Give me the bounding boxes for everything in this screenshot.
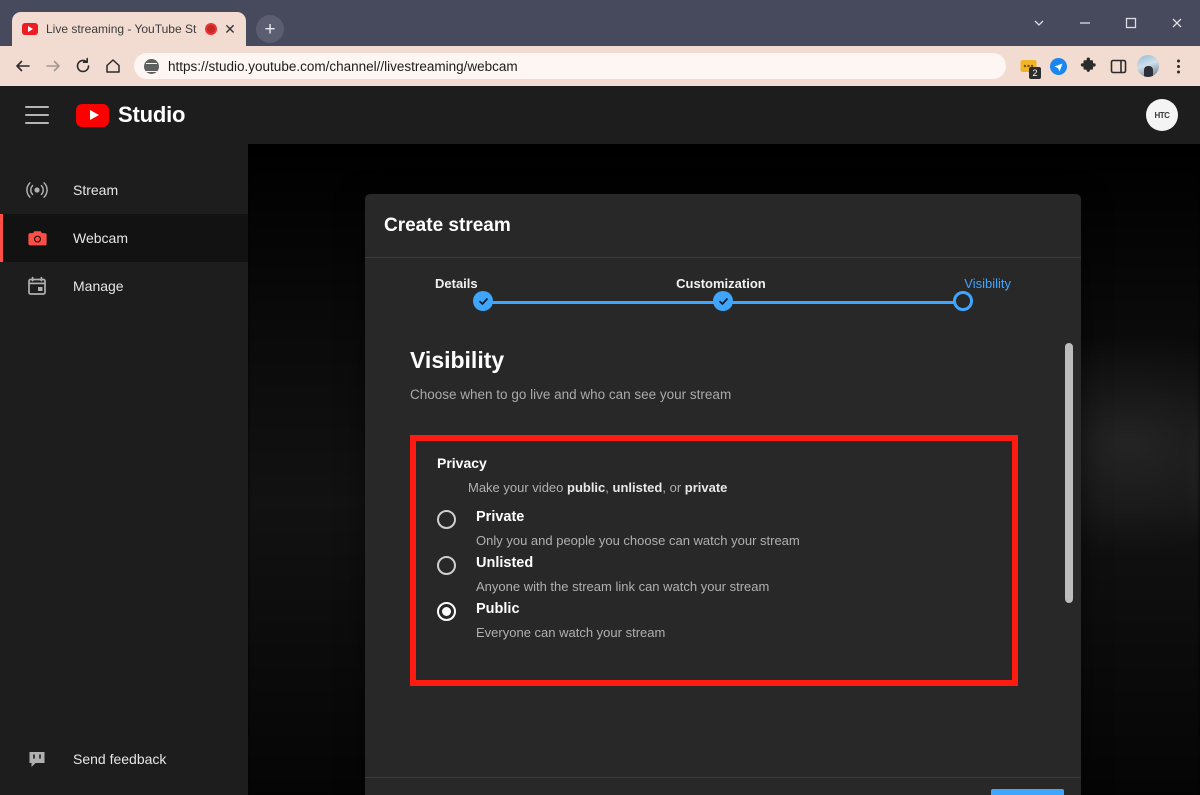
privacy-desc-unlisted: unlisted <box>612 480 663 495</box>
dialog-header: Create stream <box>365 194 1081 258</box>
privacy-desc-public: public <box>567 480 606 495</box>
window-controls <box>1016 0 1200 46</box>
recording-dot-icon <box>205 23 217 35</box>
radio-option-public[interactable]: Public Everyone can watch your stream <box>437 600 1012 640</box>
privacy-desc-prefix: Make your video <box>468 480 567 495</box>
browser-tab[interactable]: Live streaming - YouTube St ✕ <box>12 12 246 46</box>
puzzle-extensions-icon[interactable] <box>1074 52 1102 80</box>
dialog-scrollbar[interactable] <box>1065 343 1073 702</box>
privacy-highlight-box: Privacy Make your video public, unlisted… <box>410 435 1018 686</box>
radio-option-private[interactable]: Private Only you and people you choose c… <box>437 508 1012 548</box>
toolbar-icon-group: 2 <box>1014 52 1192 80</box>
url-text: https://studio.youtube.com/channel//live… <box>168 59 518 74</box>
chrome-menu-icon[interactable] <box>1164 52 1192 80</box>
tab-close-icon[interactable]: ✕ <box>222 21 238 37</box>
radio-description: Only you and people you choose can watch… <box>476 533 800 548</box>
done-button[interactable]: DONE <box>990 788 1064 795</box>
dialog-title: Create stream <box>384 214 511 236</box>
privacy-desc-sep2: , or <box>662 480 685 495</box>
radio-description: Everyone can watch your stream <box>476 625 666 640</box>
step-label-customization[interactable]: Customization <box>676 276 766 291</box>
tab-title: Live streaming - YouTube St <box>46 22 197 36</box>
radio-label: Unlisted <box>476 555 534 571</box>
extension-notes-icon[interactable]: 2 <box>1014 52 1042 80</box>
step-label-visibility[interactable]: Visibility <box>964 276 1011 291</box>
radio-circle-icon <box>437 510 456 529</box>
minimize-icon[interactable] <box>1062 0 1108 46</box>
step-dot-details[interactable] <box>473 291 493 311</box>
dialog-body: Visibility Choose when to go live and wh… <box>365 325 1081 777</box>
browser-titlebar: Live streaming - YouTube St ✕ + <box>0 0 1200 46</box>
new-tab-button[interactable]: + <box>256 15 284 43</box>
reload-icon[interactable] <box>68 51 98 81</box>
section-subheading: Choose when to go live and who can see y… <box>410 387 732 402</box>
back-button[interactable]: BACK <box>917 789 982 795</box>
radio-label: Private <box>476 509 525 525</box>
back-arrow-icon[interactable] <box>8 51 38 81</box>
profile-avatar-icon[interactable] <box>1134 52 1162 80</box>
youtube-icon <box>22 23 38 35</box>
create-stream-dialog: Create stream Details Customization Visi… <box>365 194 1081 795</box>
modal-overlay: Create stream Details Customization Visi… <box>0 86 1200 795</box>
browser-window: Live streaming - YouTube St ✕ + https://… <box>0 0 1200 795</box>
radio-description: Anyone with the stream link can watch yo… <box>476 579 770 594</box>
address-bar[interactable]: https://studio.youtube.com/channel//live… <box>134 53 1006 79</box>
scrollbar-thumb[interactable] <box>1065 343 1073 603</box>
page-viewport: Studio HTC Stream Webcam Manage Send fee… <box>0 86 1200 795</box>
side-panel-icon[interactable] <box>1104 52 1132 80</box>
radio-circle-filled-icon <box>437 602 456 621</box>
step-dot-visibility[interactable] <box>953 291 973 311</box>
extension-badge-count: 2 <box>1029 67 1041 79</box>
privacy-desc-sep1: , <box>605 480 613 495</box>
extension-send-icon[interactable] <box>1044 52 1072 80</box>
dialog-footer: BACK DONE <box>365 777 1081 795</box>
browser-toolbar: https://studio.youtube.com/channel//live… <box>0 46 1200 86</box>
step-dot-customization[interactable] <box>713 291 733 311</box>
privacy-title: Privacy <box>437 455 487 471</box>
close-icon[interactable] <box>1154 0 1200 46</box>
home-icon[interactable] <box>98 51 128 81</box>
privacy-description: Make your video public, unlisted, or pri… <box>468 480 1012 495</box>
globe-icon <box>144 58 159 74</box>
privacy-desc-private: private <box>684 480 728 495</box>
url-host: https://studio.youtube.com/channel//live… <box>168 58 518 74</box>
forward-arrow-icon[interactable] <box>38 51 68 81</box>
page-title: Visibility <box>410 347 505 373</box>
maximize-icon[interactable] <box>1108 0 1154 46</box>
radio-option-unlisted[interactable]: Unlisted Anyone with the stream link can… <box>437 554 1012 594</box>
chevron-down-icon[interactable] <box>1016 0 1062 46</box>
step-label-details[interactable]: Details <box>435 276 478 291</box>
radio-circle-icon <box>437 556 456 575</box>
privacy-radio-group: Private Only you and people you choose c… <box>437 508 1012 640</box>
stream-stepper: Details Customization Visibility <box>365 258 1081 325</box>
radio-label: Public <box>476 601 520 617</box>
